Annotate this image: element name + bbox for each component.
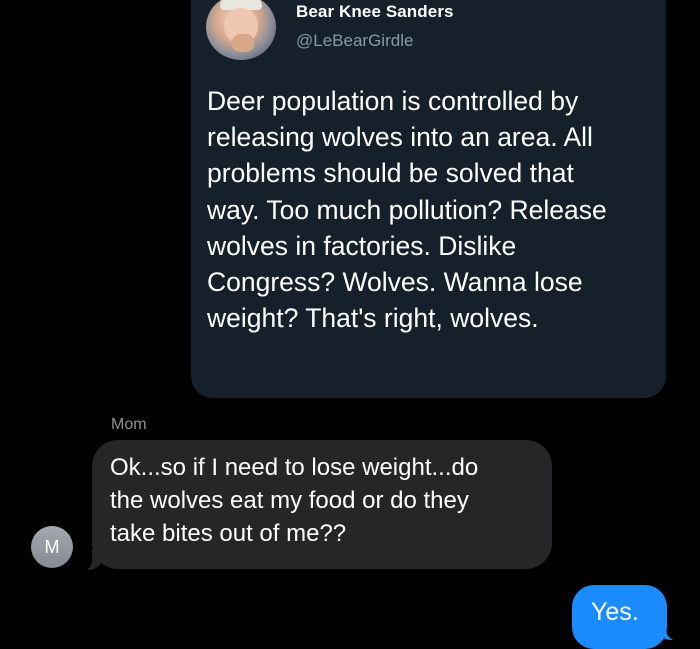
tweet-body-text: Deer population is controlled by releasi… — [207, 86, 607, 334]
tweet-author-avatar — [206, 0, 276, 60]
tweet-author-name: Bear Knee Sanders — [296, 2, 454, 21]
shared-tweet-image[interactable]: Bear Knee Sanders @LeBearGirdle Deer pop… — [191, 0, 666, 398]
message-thread: Bear Knee Sanders @LeBearGirdle Deer pop… — [0, 0, 700, 649]
outgoing-tail-mask — [666, 615, 686, 641]
incoming-message-text: Ok...so if I need to lose weight...do th… — [110, 454, 479, 547]
contact-avatar[interactable]: M — [31, 526, 73, 568]
sender-name-label: Mom — [111, 416, 147, 433]
avatar-hand-shape — [232, 34, 254, 52]
tweet-author-handle: @LeBearGirdle — [296, 31, 414, 50]
outgoing-message-text: Yes. — [591, 598, 639, 626]
